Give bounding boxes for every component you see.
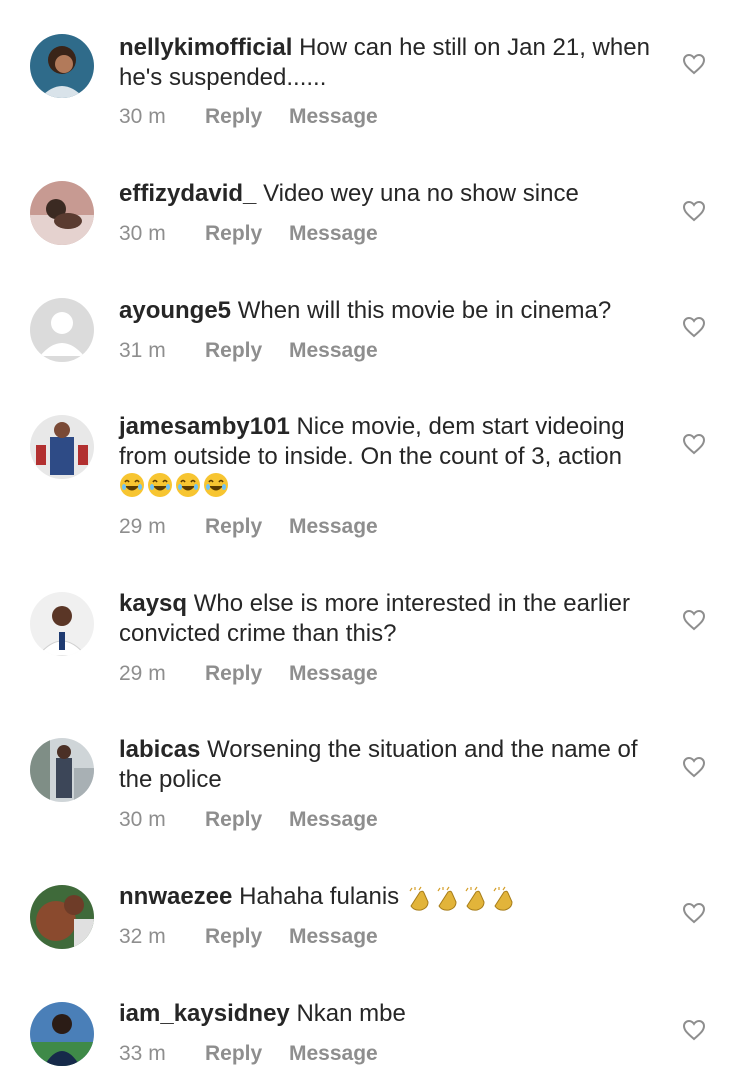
comment-body: Who else is more interested in the earli… [119,590,630,647]
heart-outline-icon[interactable] [682,1019,708,1043]
message-button[interactable]: Message [289,659,378,689]
laughing-emoji [148,473,172,497]
avatar[interactable] [30,1002,94,1066]
comment-body: Video wey una no show since [263,180,579,207]
avatar[interactable] [30,415,94,479]
message-button[interactable]: Message [289,102,378,132]
comment-time: 31 m [119,339,166,362]
comment-text: nellykimofficial How can he still on Jan… [119,33,669,93]
comment-time: 32 m [119,925,166,948]
comment-username[interactable]: labicas [119,736,200,763]
message-button[interactable]: Message [289,805,378,835]
heart-outline-icon[interactable] [682,756,708,780]
heart-outline-icon[interactable] [682,609,708,633]
comment-text: ayounge5 When will this movie be in cine… [119,296,669,326]
comment-meta: 30 m Reply Message [119,805,378,835]
comment-meta: 29 m Reply Message [119,659,378,689]
comment-body: When will this movie be in cinema? [237,297,612,324]
comment-username[interactable]: jamesamby101 [119,413,290,440]
avatar[interactable] [30,885,94,949]
reply-button[interactable]: Reply [205,805,289,835]
comment-time: 30 m [119,222,166,245]
comment-username[interactable]: iam_kaysidney [119,1000,290,1027]
reply-button[interactable]: Reply [205,659,289,689]
comment-meta: 30 m Reply Message [119,219,378,249]
reply-button[interactable]: Reply [205,1039,289,1069]
clapping-hands-emoji [493,886,513,911]
comment-time: 29 m [119,515,166,538]
avatar[interactable] [30,34,94,98]
reply-button[interactable]: Reply [205,102,289,132]
laughing-emoji [176,473,200,497]
comment-emoji-line: 😂😂😂😂 [119,472,231,502]
comment-text: kaysq Who else is more interested in the… [119,589,669,649]
message-button[interactable]: Message [289,512,378,542]
reply-button[interactable]: Reply [205,922,289,952]
comment-text: jamesamby101 Nice movie, dem start video… [119,412,669,502]
reply-button[interactable]: Reply [205,336,289,366]
avatar[interactable] [30,298,94,362]
comment-text: labicas Worsening the situation and the … [119,735,669,795]
message-button[interactable]: Message [289,219,378,249]
comment-username[interactable]: ayounge5 [119,297,231,324]
comment-meta: 30 m Reply Message [119,102,378,132]
message-button[interactable]: Message [289,336,378,366]
clapping-hands-emoji [409,886,429,911]
laughing-emoji-text: 😂😂😂😂 [119,472,124,502]
comment-username[interactable]: kaysq [119,590,187,617]
avatar[interactable] [30,592,94,656]
heart-outline-icon[interactable] [682,53,708,77]
comment-username[interactable]: nellykimofficial [119,34,292,61]
heart-outline-icon[interactable] [682,200,708,224]
comment-text: nnwaezee Hahaha fulanis [119,882,669,916]
comment-meta: 32 m Reply Message [119,922,378,952]
comment-body: Hahaha fulanis [239,883,400,910]
reply-button[interactable]: Reply [205,512,289,542]
heart-outline-icon[interactable] [682,433,708,457]
comment-meta: 33 m Reply Message [119,1039,378,1069]
clapping-hands-emoji [437,886,457,911]
clapping-hands-emoji [465,886,485,911]
comment-username[interactable]: effizydavid_ [119,180,256,207]
message-button[interactable]: Message [289,922,378,952]
comment-time: 30 m [119,105,166,128]
avatar[interactable] [30,738,94,802]
comment-text: iam_kaysidney Nkan mbe [119,999,669,1029]
avatar[interactable] [30,181,94,245]
comment-username[interactable]: nnwaezee [119,883,232,910]
comment-text: effizydavid_ Video wey una no show since [119,179,669,209]
reply-button[interactable]: Reply [205,219,289,249]
comment-time: 30 m [119,808,166,831]
laughing-emoji [204,473,228,497]
comment-body: Nkan mbe [296,1000,406,1027]
comment-time: 29 m [119,662,166,685]
comment-meta: 29 m Reply Message [119,512,378,542]
message-button[interactable]: Message [289,1039,378,1069]
comment-meta: 31 m Reply Message [119,336,378,366]
heart-outline-icon[interactable] [682,316,708,340]
heart-outline-icon[interactable] [682,902,708,926]
clap-emoji-row [406,886,518,916]
comment-time: 33 m [119,1042,166,1065]
